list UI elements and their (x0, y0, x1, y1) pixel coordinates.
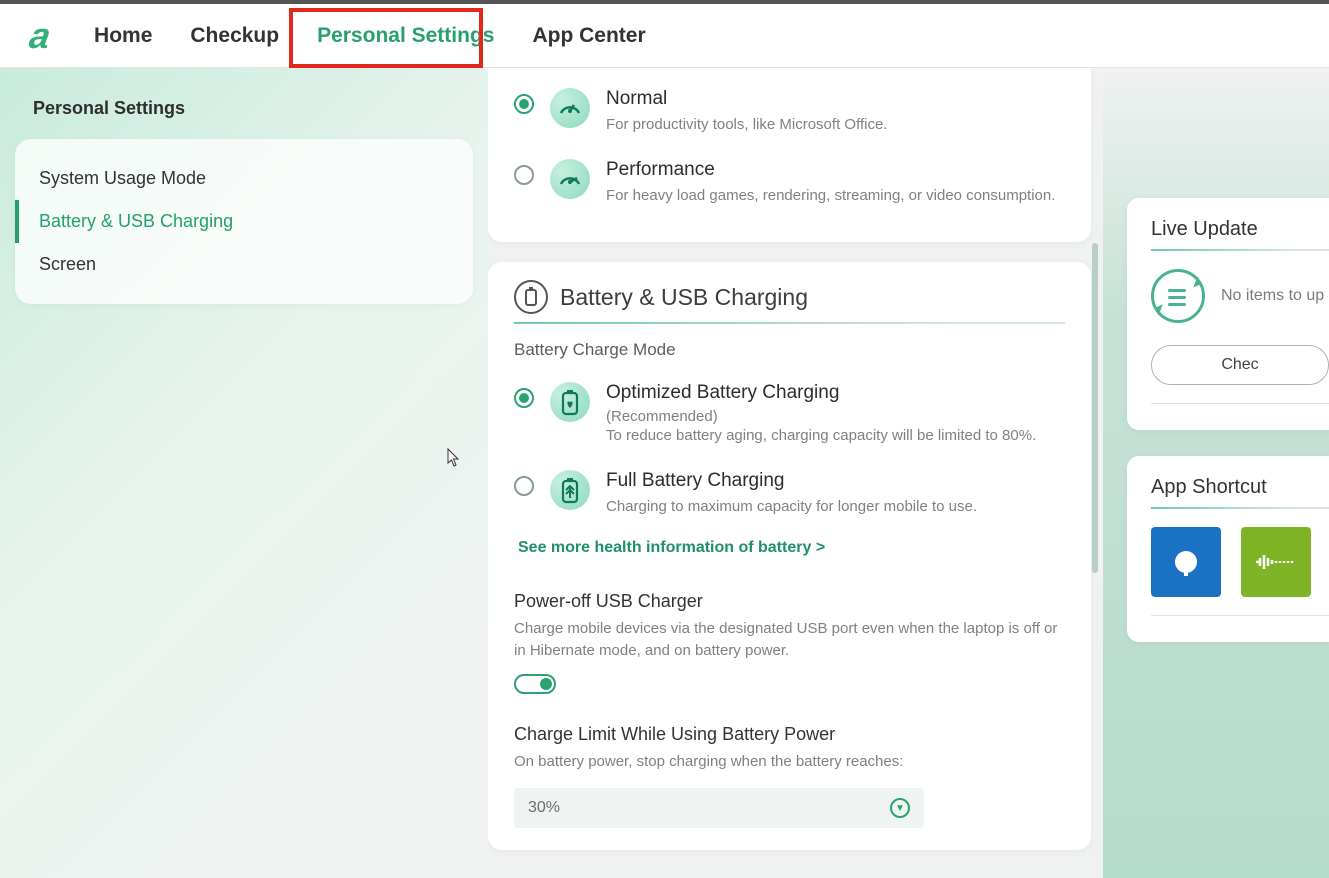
refresh-icon (1151, 269, 1205, 323)
gauge-icon (550, 88, 590, 128)
option-description: For heavy load games, rendering, streami… (606, 185, 1065, 206)
nav-home[interactable]: Home (90, 18, 156, 54)
radio-normal[interactable] (514, 94, 534, 114)
live-update-status: No items to up (1221, 287, 1324, 305)
section-title: Battery & USB Charging (560, 284, 808, 311)
battery-health-link[interactable]: See more health information of battery > (514, 531, 825, 561)
gauge-high-icon (550, 159, 590, 199)
mouse-cursor-icon (447, 448, 461, 468)
radio-optimized[interactable] (514, 388, 534, 408)
charge-limit-dropdown[interactable]: 30% ▼ (514, 788, 924, 828)
shortcut-audio-app[interactable] (1241, 527, 1311, 597)
poweroff-usb-toggle[interactable] (514, 674, 556, 694)
charge-limit-desc: On battery power, stop charging when the… (514, 751, 1065, 773)
radio-full[interactable] (514, 476, 534, 496)
poweroff-usb-desc: Charge mobile devices via the designated… (514, 618, 1065, 662)
sidebar-menu-card: System Usage Mode Battery & USB Charging… (15, 139, 473, 304)
divider (1151, 249, 1329, 251)
app-shortcut-title: App Shortcut (1151, 476, 1329, 499)
nav-checkup[interactable]: Checkup (186, 18, 283, 54)
charge-limit-value: 30% (528, 799, 560, 817)
app-shortcut-card: App Shortcut (1127, 456, 1329, 642)
sidebar-item-battery-usb-charging[interactable]: Battery & USB Charging (15, 200, 473, 243)
sidebar-item-system-usage-mode[interactable]: System Usage Mode (15, 157, 473, 200)
shortcut-bluelight-app[interactable] (1151, 527, 1221, 597)
option-title: Normal (606, 88, 1065, 110)
option-title: Optimized Battery Charging (606, 382, 1065, 404)
right-column: Live Update No items to up Chec App Shor… (1103, 68, 1329, 878)
battery-usb-card: Battery & USB Charging Battery Charge Mo… (488, 262, 1091, 850)
radio-performance[interactable] (514, 165, 534, 185)
chevron-down-icon: ▼ (890, 798, 910, 818)
live-update-card: Live Update No items to up Chec (1127, 198, 1329, 430)
sidebar: Personal Settings System Usage Mode Batt… (0, 68, 488, 878)
option-description: To reduce battery aging, charging capaci… (606, 425, 1065, 446)
system-usage-mode-card: Normal For productivity tools, like Micr… (488, 68, 1091, 242)
main-content: Normal For productivity tools, like Micr… (488, 68, 1103, 878)
sidebar-item-screen[interactable]: Screen (15, 243, 473, 286)
option-title: Performance (606, 159, 1065, 181)
charge-limit-title: Charge Limit While Using Battery Power (514, 724, 1065, 745)
usage-option-performance[interactable]: Performance For heavy load games, render… (514, 149, 1065, 220)
battery-full-icon (550, 470, 590, 510)
option-recommended: (Recommended) (606, 408, 1065, 425)
nav-app-center[interactable]: App Center (528, 18, 649, 54)
check-update-button[interactable]: Chec (1151, 345, 1329, 385)
scrollbar[interactable] (1092, 243, 1098, 573)
divider (1151, 507, 1329, 509)
poweroff-usb-title: Power-off USB Charger (514, 591, 1065, 612)
divider (1151, 403, 1329, 404)
option-title: Full Battery Charging (606, 470, 1065, 492)
divider (1151, 615, 1329, 616)
app-logo: a (26, 15, 53, 57)
section-divider (514, 322, 1065, 324)
charge-mode-label: Battery Charge Mode (514, 340, 1065, 360)
battery-option-optimized[interactable]: Optimized Battery Charging (Recommended)… (514, 372, 1065, 460)
live-update-title: Live Update (1151, 218, 1329, 241)
option-description: Charging to maximum capacity for longer … (606, 496, 1065, 517)
battery-section-icon (514, 280, 548, 314)
sidebar-heading: Personal Settings (33, 98, 473, 119)
option-description: For productivity tools, like Microsoft O… (606, 114, 1065, 135)
nav-personal-settings[interactable]: Personal Settings (313, 18, 498, 54)
nav-tabs: Home Checkup Personal Settings App Cente… (90, 18, 650, 54)
usage-option-normal[interactable]: Normal For productivity tools, like Micr… (514, 78, 1065, 149)
top-nav-bar: a Home Checkup Personal Settings App Cen… (0, 0, 1329, 68)
battery-option-full[interactable]: Full Battery Charging Charging to maximu… (514, 460, 1065, 531)
battery-heart-icon (550, 382, 590, 422)
